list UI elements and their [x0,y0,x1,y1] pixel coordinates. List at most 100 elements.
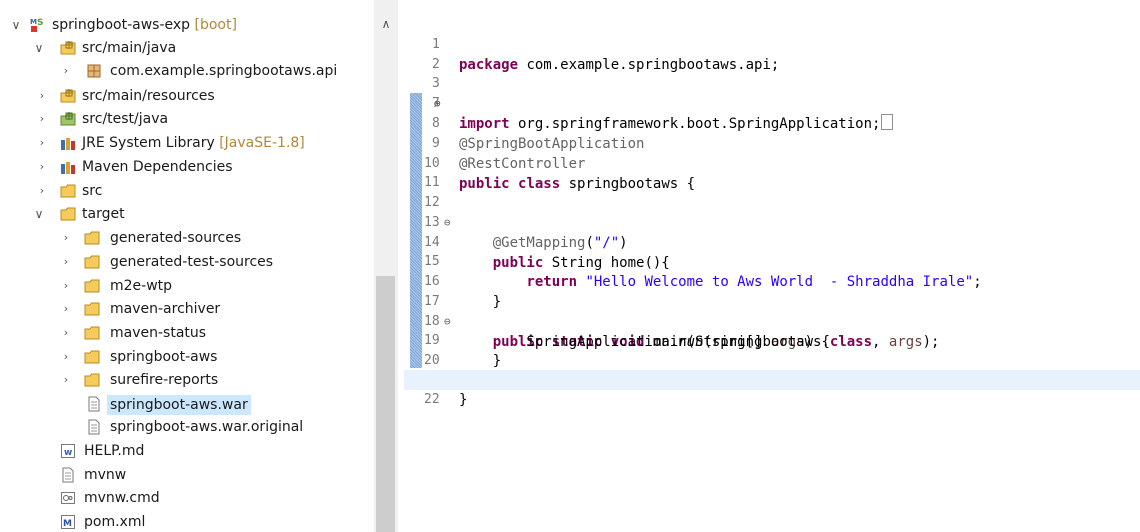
code-line[interactable]: 18 SpringApplication.run(springbootaws.c… [404,292,1140,350]
chevron-right-icon[interactable]: › [36,159,48,175]
tree-item-springboot-aws[interactable]: › springboot-aws [0,346,398,369]
code-line[interactable]: 15 return "Hello Welcome to Aws World - … [404,232,1140,290]
file-icon [86,396,102,412]
tree-item-label: src/main/java [82,40,177,56]
tree-item-src[interactable]: › src [0,180,398,203]
code-editor[interactable]: 1 package com.example.springbootaws.api;… [404,0,1140,532]
svg-text:M: M [30,18,37,26]
tree-item-label: mvnw.cmd [84,490,160,506]
file-icon [60,467,76,483]
tree-item-maven-archiver[interactable]: › maven-archiver [0,298,398,321]
folder-icon [84,349,100,365]
tree-item-help-md[interactable]: w HELP.md [0,440,398,463]
svg-text:M: M [63,519,72,529]
tree-item-label: Maven Dependencies [82,159,233,175]
maven-pom-icon: M [60,514,76,530]
svg-text:S: S [37,18,43,28]
maven-spring-project-icon: MS [30,17,46,33]
chevron-right-icon[interactable]: › [60,63,72,79]
tree-item-war-original[interactable]: springboot-aws.war.original [0,416,398,439]
tree-item-label: m2e-wtp [110,278,173,294]
tree-item-jre-library[interactable]: › JRE System Library [JavaSE-1.8] [0,132,398,155]
folder-icon [84,278,100,294]
tree-item-surefire-reports[interactable]: › surefire-reports [0,369,398,392]
code-line[interactable]: 12 ⊖ @GetMapping("/") [404,173,1140,251]
chevron-right-icon[interactable]: › [60,301,72,317]
chevron-right-icon[interactable]: › [36,135,48,151]
tree-item-maven-status[interactable]: › maven-status [0,322,398,345]
tree-item-war-file[interactable]: springboot-aws.war [0,393,398,416]
chevron-down-icon[interactable]: ∨ [33,40,45,56]
tree-item-label: JRE System Library [JavaSE-1.8] [82,135,305,151]
chevron-down-icon[interactable]: ∨ [10,17,22,33]
chevron-down-icon[interactable]: ∨ [33,206,45,222]
library-icon [60,135,76,151]
tree-item-target[interactable]: ∨ target [0,203,398,226]
code-line[interactable]: 10 public class springbootaws { [404,134,1140,192]
chevron-right-icon[interactable]: › [36,183,48,199]
code-line[interactable]: 2 [404,35,1140,72]
chevron-right-icon[interactable]: › [36,111,48,127]
source-folder-icon [60,88,76,104]
tree-item-label: com.example.springbootaws.api [110,63,338,79]
tree-item-mvnw[interactable]: mvnw [0,464,398,487]
code-line[interactable]: 20 [404,331,1140,368]
markdown-file-icon: w [60,443,76,459]
package-icon [86,63,102,79]
tree-item-label: src/main/resources [82,88,215,104]
tree-item-mvnw-cmd[interactable]: mvnw.cmd [0,487,398,510]
tree-item-label: surefire-reports [110,372,219,388]
cmd-file-icon [60,490,76,506]
chevron-right-icon[interactable]: › [60,254,72,270]
scrollbar-thumb[interactable] [376,276,395,532]
tree-item-package[interactable]: › com.example.springbootaws.api [0,60,398,83]
tree-item-maven-dependencies[interactable]: › Maven Dependencies [0,156,398,179]
tree-item-label: src [82,183,103,199]
source-folder-icon [60,40,76,56]
tree-item-label: maven-archiver [110,301,221,317]
tree-item-label: mvnw [84,467,127,483]
tree-item-label: springboot-aws.war [107,395,251,415]
tree-item-src-test-java[interactable]: › src/test/java [0,108,398,131]
code-line[interactable]: 11 [404,153,1140,190]
chevron-right-icon[interactable]: › [60,230,72,246]
code-line[interactable]: 19 } [404,311,1140,369]
tree-item-label: target [82,206,125,222]
code-line[interactable]: 13 [404,193,1140,230]
tree-item-generated-test-sources[interactable]: › generated-test-sources [0,251,398,274]
code-line[interactable]: 16 } [404,252,1140,310]
chevron-right-icon[interactable]: › [60,349,72,365]
tree-item-project[interactable]: ∨ MS springboot-aws-exp [boot] [0,14,398,37]
tree-item-label: src/test/java [82,111,169,127]
code-line[interactable]: 17 ⊖ public static void main(String[] ar… [404,272,1140,350]
tree-item-m2e-wtp[interactable]: › m2e-wtp [0,275,398,298]
code-line[interactable]: 14 public String home(){ [404,213,1140,271]
library-icon [60,159,76,175]
code-line[interactable]: 7 [404,74,1140,111]
folder-icon [84,301,100,317]
code-line[interactable]: 8 @SpringBootApplication [404,94,1140,152]
chevron-right-icon[interactable]: › [36,88,48,104]
tree-item-generated-sources[interactable]: › generated-sources [0,227,398,250]
folder-icon [84,254,100,270]
tree-item-pom-xml[interactable]: M pom.xml [0,511,398,532]
chevron-right-icon[interactable]: › [60,278,72,294]
code-text: } [459,392,468,408]
code-line-current[interactable]: 22 [404,370,1140,407]
tree-item-label: springboot-aws-exp [boot] [52,17,237,33]
folder-icon [84,372,100,388]
folder-icon [60,206,76,222]
chevron-right-icon[interactable]: › [60,372,72,388]
code-line[interactable]: 3 ⊕ import org.springframework.boot.Spri… [404,54,1140,132]
code-line[interactable]: 21 } [404,350,1140,408]
tree-item-label: springboot-aws.war.original [110,419,304,435]
tree-item-label: springboot-aws [110,349,218,365]
scroll-up-arrow-icon[interactable]: ∧ [374,14,398,34]
folder-icon [84,325,100,341]
code-line[interactable]: 9 @RestController [404,114,1140,172]
tree-item-src-main-resources[interactable]: › src/main/resources [0,85,398,108]
tree-item-src-main-java[interactable]: ∨ src/main/java [0,37,398,60]
tree-item-label: maven-status [110,325,207,341]
chevron-right-icon[interactable]: › [60,325,72,341]
code-line[interactable]: 1 package com.example.springbootaws.api; [404,15,1140,73]
